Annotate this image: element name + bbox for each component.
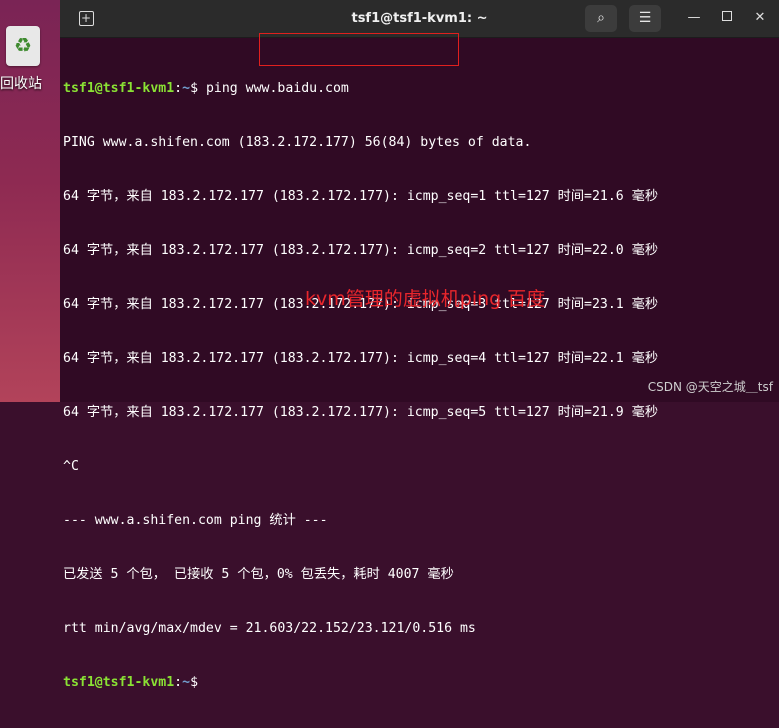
annotation-text: kvm管理的虚拟机ping 百度 bbox=[305, 288, 546, 310]
hamburger-menu-icon: ☰ bbox=[638, 10, 652, 26]
close-button[interactable]: ✕ bbox=[750, 8, 770, 28]
output-line: rtt min/avg/max/mdev = 21.603/22.152/23.… bbox=[63, 621, 476, 636]
desktop-background: ♻ 回收站 bbox=[0, 0, 60, 402]
minimize-button[interactable]: — bbox=[684, 8, 704, 28]
minimize-icon: — bbox=[687, 10, 701, 25]
command-text: ping www.baidu.com bbox=[198, 81, 349, 96]
terminal-window: + tsf1@tsf1-kvm1: ~ ⌕ ☰ — ✕ tsf1@tsf1-kv… bbox=[60, 0, 779, 690]
maximize-icon bbox=[722, 11, 732, 21]
prompt-user: tsf1@tsf1-kvm1 bbox=[63, 81, 175, 96]
watermark: CSDN @天空之城＿tsf bbox=[647, 380, 773, 394]
search-button[interactable]: ⌕ bbox=[585, 5, 617, 32]
prompt-path: ~ bbox=[182, 81, 191, 96]
prompt-path: ~ bbox=[182, 675, 191, 690]
trash-desktop-icon[interactable]: ♻ bbox=[6, 26, 40, 66]
output-line: PING www.a.shifen.com (183.2.172.177) 56… bbox=[63, 135, 532, 150]
command-line: tsf1@tsf1-kvm1:~$ ping www.baidu.com bbox=[63, 80, 775, 98]
prompt-end: $ bbox=[190, 81, 199, 96]
output-line: 64 字节，来自 183.2.172.177 (183.2.172.177): … bbox=[63, 405, 659, 420]
output-line: ^C bbox=[63, 459, 79, 474]
close-icon: ✕ bbox=[754, 10, 766, 25]
output-line: --- www.a.shifen.com ping 统计 --- bbox=[63, 513, 328, 528]
search-icon: ⌕ bbox=[597, 10, 605, 26]
menu-button[interactable]: ☰ bbox=[629, 5, 661, 32]
recycle-icon: ♻ bbox=[14, 33, 32, 57]
prompt-separator: : bbox=[174, 675, 183, 690]
output-line: 64 字节，来自 183.2.172.177 (183.2.172.177): … bbox=[63, 351, 659, 366]
window-title: tsf1@tsf1-kvm1: ~ bbox=[351, 11, 488, 26]
prompt-line: tsf1@tsf1-kvm1:~$ bbox=[63, 674, 775, 692]
prompt-end: $ bbox=[190, 675, 199, 690]
output-line: 64 字节，来自 183.2.172.177 (183.2.172.177): … bbox=[63, 189, 659, 204]
output-line: 64 字节，来自 183.2.172.177 (183.2.172.177): … bbox=[63, 243, 659, 258]
trash-label[interactable]: 回收站 bbox=[0, 73, 60, 93]
prompt-user: tsf1@tsf1-kvm1 bbox=[63, 675, 175, 690]
prompt-separator: : bbox=[174, 81, 183, 96]
output-line: 已发送 5 个包， 已接收 5 个包，0% 包丢失，耗时 4007 毫秒 bbox=[63, 567, 454, 582]
command-highlight-box bbox=[259, 33, 459, 66]
maximize-button[interactable] bbox=[717, 8, 737, 28]
